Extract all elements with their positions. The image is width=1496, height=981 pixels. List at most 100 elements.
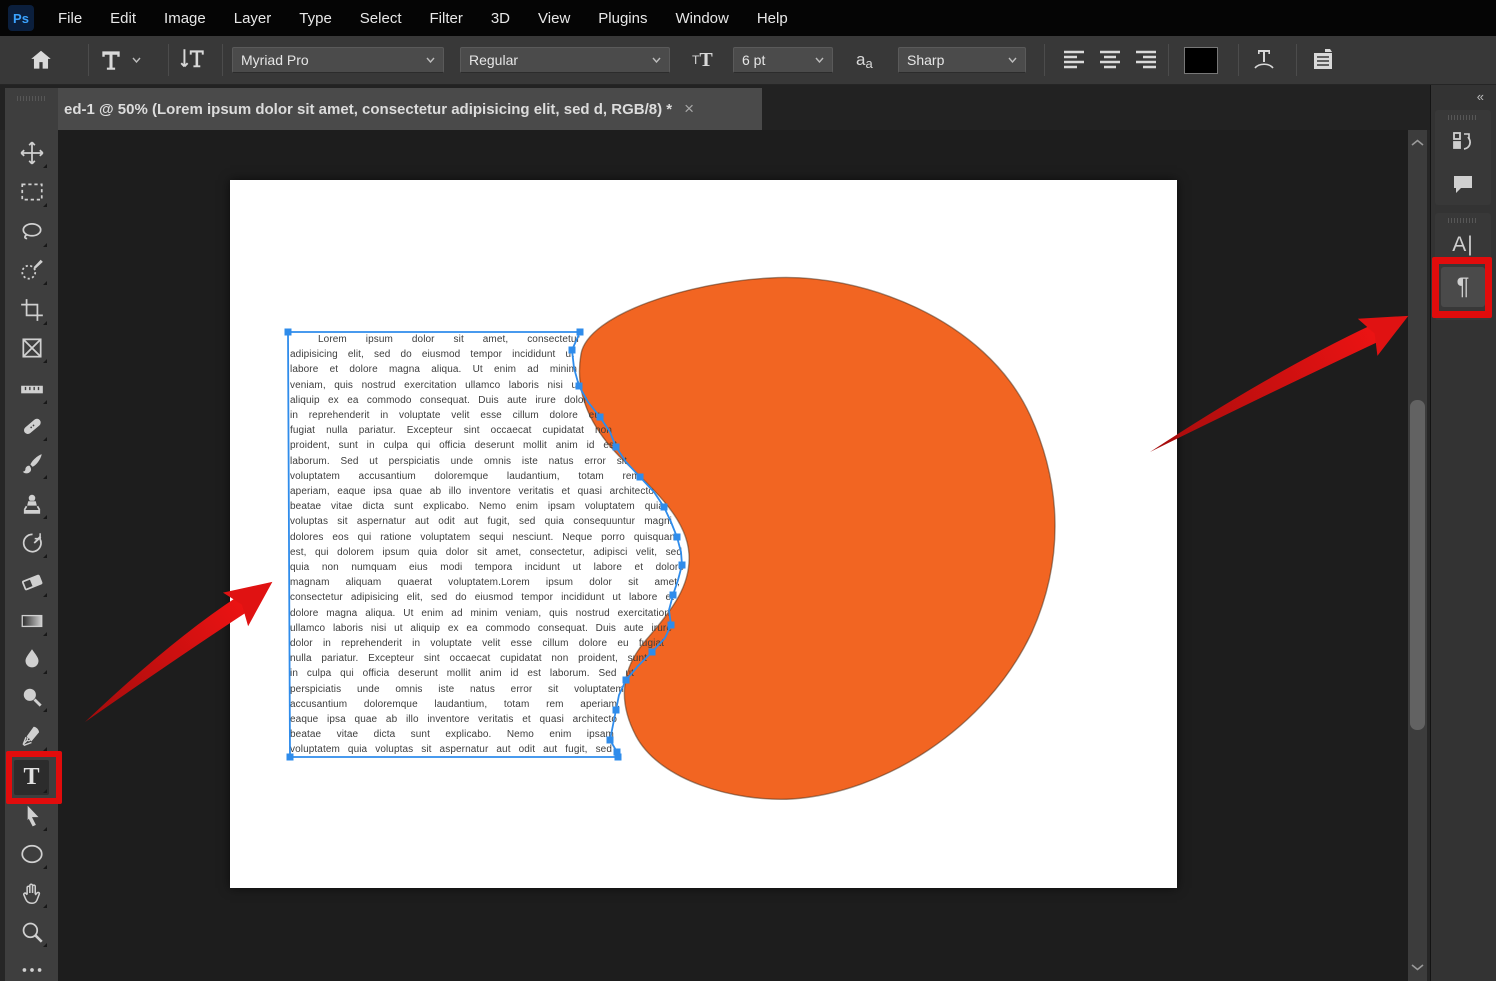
anchor-point[interactable]: [607, 737, 614, 744]
anchor-point[interactable]: [649, 649, 656, 656]
lasso-icon: [19, 219, 45, 245]
crop-tool[interactable]: [14, 292, 49, 327]
toggle-panels-button[interactable]: [1310, 36, 1336, 84]
warp-text-button[interactable]: [1250, 36, 1278, 84]
collapse-panels-icon[interactable]: «: [1477, 89, 1484, 104]
document-tab-title: ed-1 @ 50% (Lorem ipsum dolor sit amet, …: [64, 101, 672, 118]
clone-stamp-tool[interactable]: [14, 486, 49, 521]
menu-filter[interactable]: Filter: [416, 2, 477, 35]
comments-panel-button[interactable]: [1441, 164, 1485, 204]
spot-healing-brush-tool[interactable]: [14, 408, 49, 443]
selection-brush-tool[interactable]: [14, 252, 49, 287]
dock-header[interactable]: «: [1431, 85, 1496, 108]
scroll-up-icon[interactable]: [1410, 138, 1425, 148]
photoshop-logo-icon: Ps: [8, 5, 34, 31]
document-canvas[interactable]: Lorem ipsum dolor sit amet, consectetura…: [230, 180, 1177, 888]
anchor-point[interactable]: [661, 504, 668, 511]
menu-type[interactable]: Type: [285, 2, 346, 35]
dodge-tool[interactable]: [14, 679, 49, 714]
text-color-swatch[interactable]: [1184, 47, 1218, 74]
eraser-tool[interactable]: [14, 564, 49, 599]
scrollbar-thumb[interactable]: [1410, 400, 1425, 730]
pen-tool[interactable]: [14, 718, 49, 753]
path-selection-tool[interactable]: [14, 798, 49, 833]
character-panel-button[interactable]: A|: [1441, 225, 1485, 265]
panel-grip[interactable]: [17, 96, 47, 101]
photoshop-window: Ps FileEditImageLayerTypeSelectFilter3DV…: [0, 0, 1496, 981]
font-style-select[interactable]: Regular: [460, 47, 670, 73]
menu-view[interactable]: View: [524, 2, 584, 35]
edit-toolbar-tool[interactable]: [14, 952, 49, 981]
gradient-tool[interactable]: [14, 603, 49, 638]
anchor-point[interactable]: [623, 677, 630, 684]
align-left-button[interactable]: [1062, 49, 1086, 71]
menu-plugins[interactable]: Plugins: [584, 2, 661, 35]
clone-stamp-icon: [19, 491, 45, 517]
anchor-point[interactable]: [569, 347, 576, 354]
chevron-down-icon: [132, 57, 141, 63]
ruler-tool[interactable]: [14, 371, 49, 406]
anchor-point[interactable]: [285, 329, 292, 336]
frame-tool[interactable]: [14, 330, 49, 365]
pen-icon: [19, 723, 45, 749]
anchor-point[interactable]: [679, 562, 686, 569]
menu-window[interactable]: Window: [661, 2, 742, 35]
home-button[interactable]: [28, 36, 54, 84]
menu-file[interactable]: File: [44, 2, 96, 35]
menu-help[interactable]: Help: [743, 2, 802, 35]
ellipse-icon: [19, 841, 45, 867]
type-icon: T: [23, 764, 39, 791]
chevron-down-icon: [652, 57, 661, 63]
text-frame-path[interactable]: [230, 180, 1177, 888]
history-panel-button[interactable]: [1441, 122, 1485, 162]
menu-select[interactable]: Select: [346, 2, 416, 35]
vertical-scrollbar[interactable]: [1408, 130, 1427, 981]
anchor-point[interactable]: [674, 534, 681, 541]
align-right-button[interactable]: [1134, 49, 1158, 71]
menu-layer[interactable]: Layer: [220, 2, 286, 35]
type-tool[interactable]: T: [14, 760, 49, 795]
history-brush-tool[interactable]: [14, 525, 49, 560]
anchor-point[interactable]: [287, 754, 294, 761]
anchor-point[interactable]: [613, 444, 620, 451]
anchor-point[interactable]: [670, 592, 677, 599]
paragraph-panel-button[interactable]: ¶: [1441, 267, 1485, 307]
panel-grip[interactable]: [1448, 115, 1478, 120]
font-family-select[interactable]: Myriad Pro: [232, 47, 444, 73]
anchor-point[interactable]: [597, 414, 604, 421]
panel-grip[interactable]: [1448, 218, 1478, 223]
move-tool[interactable]: [14, 135, 49, 170]
anchor-point[interactable]: [576, 383, 583, 390]
character-panel-icon: A|: [1452, 233, 1473, 257]
tab-close-icon[interactable]: ×: [684, 99, 694, 119]
menu-edit[interactable]: Edit: [96, 2, 150, 35]
hand-icon: [19, 880, 45, 906]
anchor-point[interactable]: [613, 707, 620, 714]
document-tab[interactable]: ed-1 @ 50% (Lorem ipsum dolor sit amet, …: [40, 88, 762, 130]
history-brush-icon: [19, 530, 45, 556]
scroll-down-icon[interactable]: [1410, 962, 1425, 972]
dodge-icon: [19, 684, 45, 710]
tool-options-bar: Myriad Pro Regular TT 6 pt aa Sharp: [0, 36, 1496, 85]
anchor-point[interactable]: [668, 622, 675, 629]
lasso-tool[interactable]: [14, 214, 49, 249]
rectangular-marquee-tool[interactable]: [14, 174, 49, 209]
align-center-button[interactable]: [1098, 49, 1122, 71]
dock-group-type: A| ¶: [1435, 213, 1491, 320]
anchor-point[interactable]: [615, 754, 622, 761]
menu-3d[interactable]: 3D: [477, 2, 524, 35]
tools-panel: T: [5, 88, 58, 981]
font-size-select[interactable]: 6 pt: [733, 47, 833, 73]
anchor-point[interactable]: [637, 474, 644, 481]
hand-tool[interactable]: [14, 875, 49, 910]
brush-tool[interactable]: [14, 446, 49, 481]
path-anchor-points[interactable]: [285, 329, 686, 761]
zoom-tool[interactable]: [14, 914, 49, 949]
ellipse-tool[interactable]: [14, 836, 49, 871]
anti-alias-select[interactable]: Sharp: [898, 47, 1026, 73]
text-orientation-button[interactable]: [178, 36, 208, 84]
type-tool-preset[interactable]: [98, 36, 141, 84]
menu-image[interactable]: Image: [150, 2, 220, 35]
anchor-point[interactable]: [577, 329, 584, 336]
blur-tool[interactable]: [14, 641, 49, 676]
